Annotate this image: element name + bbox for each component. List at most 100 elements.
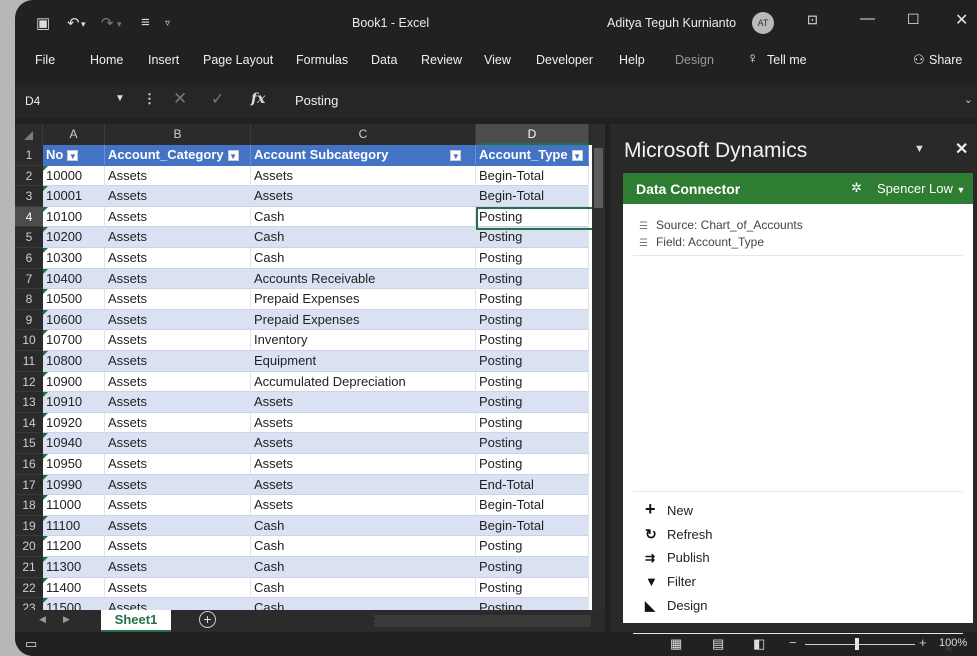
- normal-view-icon[interactable]: ▦: [670, 636, 682, 652]
- lightbulb-icon[interactable]: ♀: [747, 50, 758, 67]
- close-icon[interactable]: ✕: [955, 10, 968, 30]
- macro-record-icon[interactable]: ▭: [25, 636, 37, 652]
- tab-view[interactable]: View: [484, 53, 511, 67]
- maximize-icon[interactable]: ☐: [907, 11, 920, 28]
- table-cell[interactable]: Begin-Total: [476, 165, 589, 186]
- table-cell[interactable]: Posting: [476, 227, 589, 248]
- table-cell[interactable]: Posting: [476, 598, 589, 610]
- name-box-dropdown-icon[interactable]: ▼: [115, 93, 125, 104]
- table-cell[interactable]: Posting: [476, 371, 589, 392]
- table-cell[interactable]: Cash: [251, 206, 476, 227]
- table-cell[interactable]: Inventory: [251, 330, 476, 351]
- table-cell[interactable]: Assets: [105, 495, 251, 516]
- table-cell[interactable]: Posting: [476, 536, 589, 557]
- table-cell[interactable]: 10900: [43, 371, 105, 392]
- save-icon[interactable]: ▣: [36, 14, 50, 32]
- tab-home[interactable]: Home: [90, 53, 123, 67]
- table-cell[interactable]: Assets: [105, 248, 251, 268]
- table-cell[interactable]: 11100: [43, 515, 105, 536]
- table-cell[interactable]: Equipment: [251, 351, 476, 371]
- page-layout-view-icon[interactable]: ▤: [712, 636, 724, 652]
- table-cell[interactable]: Assets: [105, 412, 251, 433]
- table-cell[interactable]: 10700: [43, 330, 105, 351]
- undo-dropdown-icon[interactable]: ▾: [81, 19, 86, 30]
- row-header[interactable]: 9: [15, 310, 43, 331]
- touch-mode-icon[interactable]: ≡: [141, 14, 150, 31]
- header-cell-no[interactable]: No ▼: [43, 145, 105, 165]
- scroll-tabs-left-icon[interactable]: ◀: [39, 614, 46, 625]
- table-cell[interactable]: Posting: [476, 206, 589, 227]
- filter-dropdown-icon[interactable]: ▼: [450, 150, 462, 162]
- column-header-c[interactable]: C: [251, 124, 476, 145]
- table-cell[interactable]: 10400: [43, 268, 105, 289]
- table-cell[interactable]: Begin-Total: [476, 186, 589, 207]
- table-cell[interactable]: Assets: [105, 206, 251, 227]
- filter-dropdown-icon[interactable]: ▼: [67, 150, 79, 162]
- vertical-scrollbar[interactable]: [592, 124, 605, 610]
- table-cell[interactable]: Assets: [105, 433, 251, 454]
- name-box[interactable]: D4: [25, 94, 40, 108]
- column-header-b[interactable]: B: [105, 124, 251, 145]
- table-cell[interactable]: 10950: [43, 454, 105, 474]
- column-header-d[interactable]: D: [476, 124, 589, 145]
- table-cell[interactable]: Assets: [251, 186, 476, 207]
- header-cell-type[interactable]: Account_Type ▼: [476, 145, 589, 165]
- table-cell[interactable]: Cash: [251, 248, 476, 268]
- share-icon[interactable]: ⚇: [913, 52, 925, 68]
- table-cell[interactable]: Cash: [251, 577, 476, 598]
- table-cell[interactable]: 10990: [43, 474, 105, 495]
- table-cell[interactable]: Posting: [476, 268, 589, 289]
- row-header[interactable]: 10: [15, 330, 43, 351]
- table-cell[interactable]: Assets: [105, 474, 251, 495]
- tab-page-layout[interactable]: Page Layout: [203, 53, 273, 67]
- row-header[interactable]: 16: [15, 454, 43, 475]
- table-cell[interactable]: Cash: [251, 227, 476, 248]
- table-cell[interactable]: Posting: [476, 577, 589, 598]
- avatar[interactable]: AT: [752, 12, 774, 34]
- table-cell[interactable]: Assets: [105, 227, 251, 248]
- table-cell[interactable]: Assets: [105, 351, 251, 371]
- sheet-tab-sheet1[interactable]: Sheet1: [101, 610, 171, 632]
- table-cell[interactable]: 10600: [43, 309, 105, 330]
- table-cell[interactable]: Posting: [476, 454, 589, 474]
- table-cell[interactable]: Assets: [105, 268, 251, 289]
- filter-dropdown-icon[interactable]: ▼: [571, 150, 583, 162]
- row-header[interactable]: 7: [15, 269, 43, 290]
- minimize-icon[interactable]: —: [860, 10, 875, 27]
- publish-button[interactable]: ⇉ Publish: [645, 550, 710, 572]
- tab-review[interactable]: Review: [421, 53, 462, 67]
- enter-icon[interactable]: ✓: [211, 89, 224, 109]
- row-header[interactable]: 11: [15, 351, 43, 372]
- table-cell[interactable]: Assets: [105, 557, 251, 577]
- table-cell[interactable]: Begin-Total: [476, 495, 589, 516]
- table-cell[interactable]: Assets: [251, 392, 476, 413]
- table-cell[interactable]: Cash: [251, 598, 476, 610]
- table-cell[interactable]: Cash: [251, 536, 476, 557]
- row-header[interactable]: 1: [15, 145, 43, 166]
- expand-formula-bar-icon[interactable]: ⌄: [964, 93, 973, 106]
- table-cell[interactable]: Posting: [476, 289, 589, 310]
- table-cell[interactable]: 11200: [43, 536, 105, 557]
- table-cell[interactable]: Assets: [105, 165, 251, 186]
- insert-function-icon[interactable]: fx: [251, 91, 265, 107]
- table-cell[interactable]: 10200: [43, 227, 105, 248]
- row-header[interactable]: 12: [15, 372, 43, 393]
- table-cell[interactable]: Assets: [251, 495, 476, 516]
- add-sheet-icon[interactable]: +: [199, 611, 216, 628]
- row-header[interactable]: 14: [15, 413, 43, 434]
- customize-qat-icon[interactable]: ▿: [165, 18, 170, 29]
- table-cell[interactable]: Posting: [476, 392, 589, 413]
- table-cell[interactable]: Assets: [251, 165, 476, 186]
- table-cell[interactable]: Assets: [105, 186, 251, 207]
- tab-design[interactable]: Design: [675, 53, 714, 67]
- addin-user-menu[interactable]: Spencer Low ▼: [877, 181, 965, 196]
- table-cell[interactable]: Posting: [476, 412, 589, 433]
- row-header[interactable]: 19: [15, 516, 43, 537]
- table-cell[interactable]: Assets: [105, 577, 251, 598]
- table-cell[interactable]: 11300: [43, 557, 105, 577]
- worksheet-grid[interactable]: A B C D 1 2 3 4 5 6 7 8 9 10 11 12 13 14 15 16 17 18 19 20 2…: [15, 124, 605, 610]
- cancel-icon[interactable]: ✕: [173, 89, 187, 109]
- table-cell[interactable]: Begin-Total: [476, 515, 589, 536]
- redo-dropdown-icon[interactable]: ▾: [117, 19, 122, 30]
- row-header[interactable]: 3: [15, 186, 43, 207]
